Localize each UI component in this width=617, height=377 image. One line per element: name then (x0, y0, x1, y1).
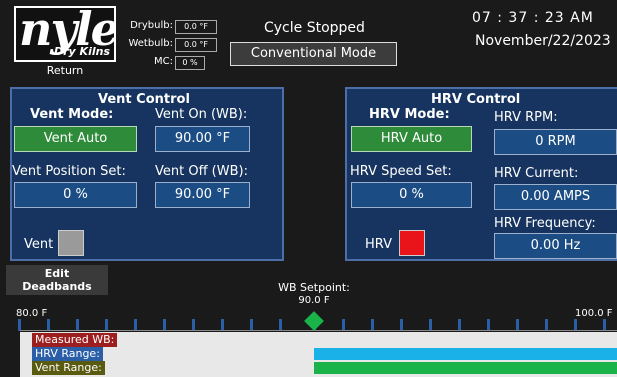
clock-date: November/22/2023 (475, 33, 611, 49)
nyle-logo: nyle Dry Kilns (14, 6, 116, 62)
hrv-mode-label: HRV Mode: (369, 107, 450, 122)
measured-wb-row: Measured WB: (20, 333, 617, 347)
hrv-range-bar (314, 348, 617, 360)
clock-time: 07 : 37 : 23 AM (472, 10, 594, 26)
edit-deadbands-line1: Edit (44, 267, 70, 280)
measured-wb-label: Measured WB: (32, 333, 118, 347)
edit-deadbands-line2: Deadbands (22, 280, 92, 293)
vent-panel-title: Vent Control (98, 92, 190, 107)
mode-button[interactable]: Conventional Mode (230, 42, 397, 66)
hrv-speed-input[interactable]: 0 % (351, 182, 472, 208)
return-label: Return (46, 64, 84, 77)
wb-setpoint-value: 90.0 F (298, 295, 330, 306)
vent-on-input[interactable]: 90.00 °F (155, 126, 250, 152)
hrv-current-label: HRV Current: (494, 166, 579, 181)
setpoint-diamond-marker (304, 311, 324, 331)
vent-control-panel: Vent Control Vent Mode: Vent On (WB): Ve… (10, 87, 284, 261)
hrv-current-value: 0.00 AMPS (494, 184, 617, 210)
hrv-rpm-value: 0 RPM (494, 129, 617, 155)
hrv-frequency-value: 0.00 Hz (494, 233, 617, 259)
vent-mode-label: Vent Mode: (30, 107, 114, 122)
hrv-status-indicator (399, 230, 425, 256)
hrv-speed-label: HRV Speed Set: (350, 164, 452, 179)
hrv-range-label: HRV Range: (32, 347, 103, 361)
vent-position-label: Vent Position Set: (12, 164, 126, 179)
vent-position-input[interactable]: 0 % (14, 182, 137, 208)
hrv-frequency-label: HRV Frequency: (494, 216, 596, 231)
scale-max-label: 100.0 F (575, 308, 613, 319)
hrv-rpm-label: HRV RPM: (494, 110, 558, 125)
scale-line (20, 330, 617, 331)
hrv-mode-button[interactable]: HRV Auto (351, 126, 472, 152)
vent-range-bar (314, 362, 617, 374)
wb-setpoint-label: WB Setpoint: (278, 281, 350, 294)
header-bar: nyle Dry Kilns Return Drybulb: 0.0 °F We… (0, 0, 617, 80)
mc-value: 0 % (175, 56, 205, 70)
vent-status-indicator (58, 230, 84, 256)
hrv-range-row: HRV Range: (20, 347, 617, 361)
wetbulb-label: Wetbulb: (128, 38, 173, 49)
vent-off-input[interactable]: 90.00 °F (155, 182, 250, 208)
vent-on-label: Vent On (WB): (155, 107, 248, 122)
logo-sub: Dry Kilns (54, 45, 110, 58)
hrv-control-panel: HRV Control HRV Mode: HRV RPM: HRV Auto … (345, 87, 617, 261)
hrv-panel-title: HRV Control (431, 92, 521, 107)
vent-range-label: Vent Range: (32, 361, 105, 375)
hrv-indicator-label: HRV (365, 237, 392, 252)
scale-min-label: 80.0 F (16, 308, 48, 319)
vent-mode-button[interactable]: Vent Auto (14, 126, 137, 152)
vent-indicator-label: Vent (24, 237, 54, 252)
vent-range-row: Vent Range: (20, 361, 617, 375)
return-logo-button[interactable]: nyle Dry Kilns Return (14, 6, 116, 78)
drybulb-label: Drybulb: (130, 20, 173, 31)
edit-deadbands-button[interactable]: Edit Deadbands (6, 265, 108, 295)
vent-off-label: Vent Off (WB): (155, 164, 248, 179)
cycle-status: Cycle Stopped (264, 20, 365, 36)
mc-label: MC: (154, 56, 173, 67)
deadband-bars: Measured WB: HRV Range: Vent Range: (20, 332, 617, 377)
wetbulb-value: 0.0 °F (175, 38, 217, 52)
drybulb-value: 0.0 °F (175, 20, 217, 34)
